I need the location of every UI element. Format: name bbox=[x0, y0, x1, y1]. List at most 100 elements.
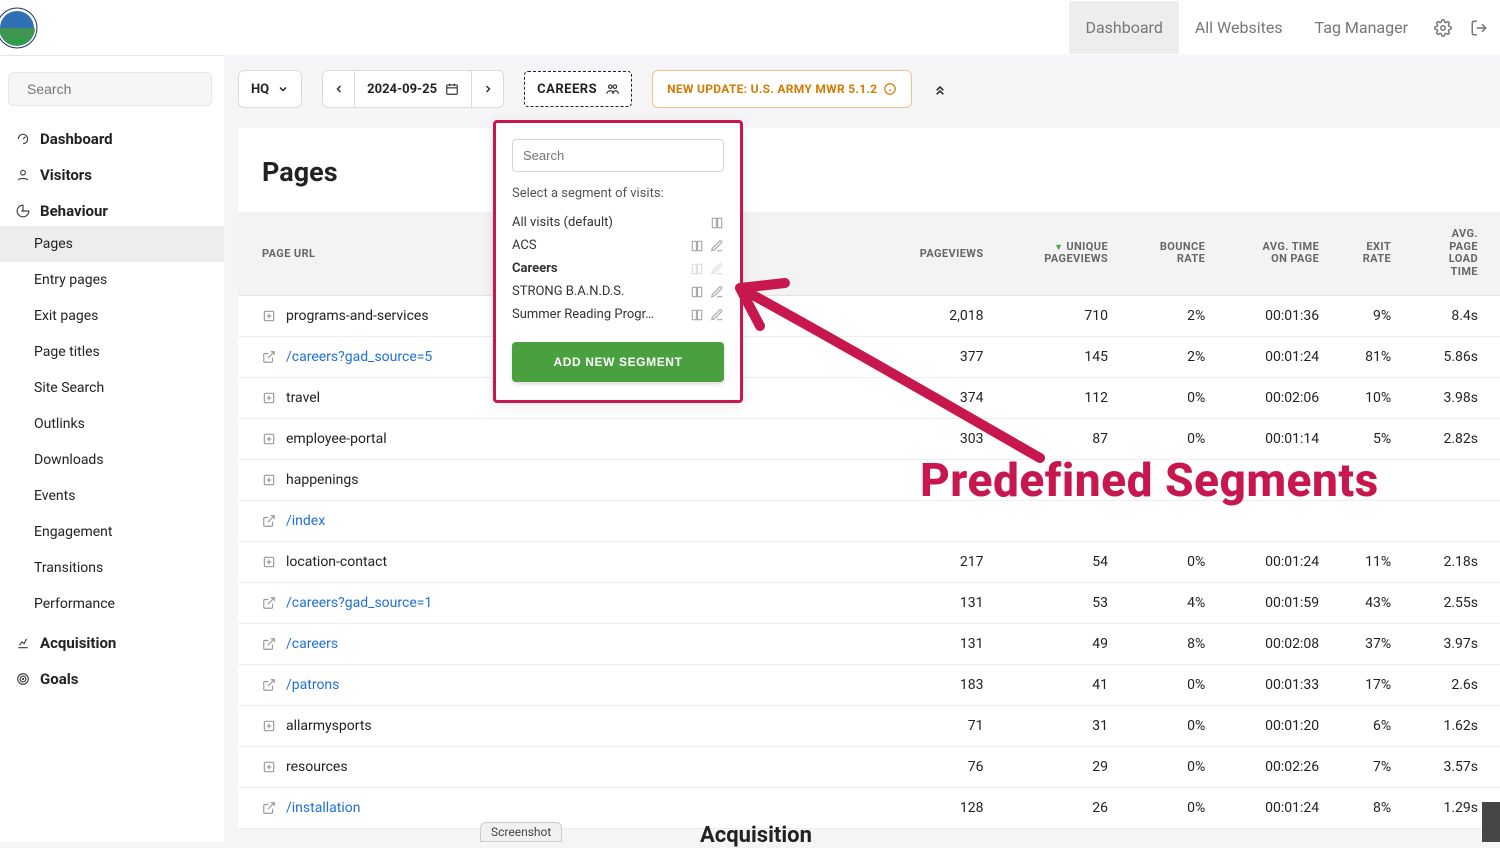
sidebar-item-exit-pages[interactable]: Exit pages bbox=[0, 298, 224, 334]
sidebar-item-outlinks[interactable]: Outlinks bbox=[0, 406, 224, 442]
sidebar-section-label: Behaviour bbox=[40, 202, 108, 220]
sidebar-section-goals[interactable]: Goals bbox=[0, 658, 224, 694]
th-exit-rate[interactable]: EXITRATE bbox=[1329, 212, 1401, 295]
date-picker: 2024-09-25 bbox=[322, 70, 504, 108]
segment-item[interactable]: All visits (default) bbox=[512, 211, 724, 234]
external-link-icon bbox=[262, 350, 276, 364]
expand-icon bbox=[262, 473, 276, 487]
sidebar-section-acquisition[interactable]: Acquisition bbox=[0, 622, 224, 658]
nav-dashboard[interactable]: Dashboard bbox=[1069, 1, 1178, 54]
cell-exit: 8% bbox=[1329, 787, 1401, 828]
sidebar-item-events[interactable]: Events bbox=[0, 478, 224, 514]
cell-pageviews: 303 bbox=[869, 418, 994, 459]
th-pageviews[interactable]: PAGEVIEWS bbox=[869, 212, 994, 295]
th-avg-time[interactable]: AVG. TIMEON PAGE bbox=[1215, 212, 1329, 295]
segment-item[interactable]: STRONG B.A.N.D.S. bbox=[512, 280, 724, 303]
edit-icon[interactable] bbox=[710, 239, 724, 253]
cell-avg_time: 00:01:24 bbox=[1215, 541, 1329, 582]
sidebar-item-site-search[interactable]: Site Search bbox=[0, 370, 224, 406]
sidebar-search[interactable] bbox=[8, 72, 212, 106]
sidebar-item-engagement[interactable]: Engagement bbox=[0, 514, 224, 550]
cell-load bbox=[1401, 459, 1500, 500]
table-row[interactable]: resources76290%00:02:267%3.57s bbox=[238, 746, 1500, 787]
top-header: MWR Dashboard All Websites Tag Manager bbox=[0, 0, 1500, 55]
sidebar-item-downloads[interactable]: Downloads bbox=[0, 442, 224, 478]
table-row[interactable]: happenings bbox=[238, 459, 1500, 500]
update-banner[interactable]: NEW UPDATE: U.S. ARMY MWR 5.1.2 bbox=[652, 70, 912, 108]
date-prev-button[interactable] bbox=[322, 70, 354, 108]
cell-unique: 53 bbox=[994, 582, 1119, 623]
table-row[interactable]: /installation128260%00:01:248%1.29s bbox=[238, 787, 1500, 828]
cell-exit: 17% bbox=[1329, 664, 1401, 705]
table-row[interactable]: /patrons183410%00:01:3317%2.6s bbox=[238, 664, 1500, 705]
table-row[interactable]: /index bbox=[238, 500, 1500, 541]
table-row[interactable]: /careers?gad_source=1131534%00:01:5943%2… bbox=[238, 582, 1500, 623]
sidebar-item-transitions[interactable]: Transitions bbox=[0, 550, 224, 586]
segment-selector[interactable]: CAREERS bbox=[524, 71, 632, 107]
table-row[interactable]: /careers131498%00:02:0837%3.97s bbox=[238, 623, 1500, 664]
settings-icon[interactable] bbox=[1434, 19, 1452, 37]
cell-unique: 710 bbox=[994, 295, 1119, 336]
table-row[interactable]: programs-and-services2,0187102%00:01:369… bbox=[238, 295, 1500, 336]
sidebar-section-label: Visitors bbox=[40, 166, 92, 184]
url-label: /installation bbox=[286, 800, 360, 816]
cell-avg_time bbox=[1215, 459, 1329, 500]
sidebar-item-entry-pages[interactable]: Entry pages bbox=[0, 262, 224, 298]
add-segment-button[interactable]: ADD NEW SEGMENT bbox=[512, 342, 724, 382]
cell-bounce: 8% bbox=[1118, 623, 1215, 664]
cell-pageviews: 374 bbox=[869, 377, 994, 418]
sidebar-section-dashboard[interactable]: Dashboard bbox=[0, 118, 224, 154]
sidebar-section-behaviour[interactable]: Behaviour bbox=[0, 190, 224, 226]
site-selector[interactable]: HQ bbox=[238, 70, 302, 108]
sidebar-section-visitors[interactable]: Visitors bbox=[0, 154, 224, 190]
segment-label: CAREERS bbox=[537, 82, 597, 97]
collapse-toolbar-icon[interactable] bbox=[932, 81, 948, 97]
segment-item[interactable]: Careers bbox=[512, 257, 724, 280]
segment-search-input[interactable] bbox=[512, 139, 724, 172]
edit-icon[interactable] bbox=[710, 285, 724, 299]
date-next-button[interactable] bbox=[472, 70, 504, 108]
app-logo: MWR bbox=[0, 7, 38, 49]
th-unique-pageviews[interactable]: ▼UNIQUE PAGEVIEWS bbox=[994, 212, 1119, 295]
users-icon bbox=[605, 82, 619, 96]
table-row[interactable]: travel3741120%00:02:0610%3.98s bbox=[238, 377, 1500, 418]
cell-unique: 31 bbox=[994, 705, 1119, 746]
table-row[interactable]: employee-portal303870%00:01:145%2.82s bbox=[238, 418, 1500, 459]
url-label: /careers?gad_source=5 bbox=[286, 349, 432, 365]
acquisition-fragment: Acquisition bbox=[700, 823, 812, 848]
expand-icon bbox=[262, 309, 276, 323]
cell-pageviews bbox=[869, 500, 994, 541]
compare-icon[interactable] bbox=[690, 308, 704, 322]
edit-icon[interactable] bbox=[710, 262, 724, 276]
update-text: NEW UPDATE: U.S. ARMY MWR 5.1.2 bbox=[667, 82, 877, 96]
table-row[interactable]: allarmysports71310%00:01:206%1.62s bbox=[238, 705, 1500, 746]
cell-pageviews: 131 bbox=[869, 623, 994, 664]
gauge-icon bbox=[16, 132, 30, 146]
th-load-time[interactable]: AVG. PAGE LOAD TIME bbox=[1401, 212, 1500, 295]
logout-icon[interactable] bbox=[1470, 19, 1488, 37]
segment-item[interactable]: ACS bbox=[512, 234, 724, 257]
sidebar-search-input[interactable] bbox=[27, 81, 208, 97]
site-selector-label: HQ bbox=[251, 82, 269, 97]
sidebar-item-pages[interactable]: Pages bbox=[0, 226, 224, 262]
cell-bounce: 2% bbox=[1118, 336, 1215, 377]
compare-icon[interactable] bbox=[690, 285, 704, 299]
nav-tag-manager[interactable]: Tag Manager bbox=[1299, 1, 1424, 54]
date-display[interactable]: 2024-09-25 bbox=[354, 70, 472, 108]
table-row[interactable]: /careers?gad_source=53771452%00:01:2481%… bbox=[238, 336, 1500, 377]
cell-bounce bbox=[1118, 459, 1215, 500]
compare-icon[interactable] bbox=[690, 239, 704, 253]
th-bounce-rate[interactable]: BOUNCERATE bbox=[1118, 212, 1215, 295]
scrollbar-thumb[interactable] bbox=[1482, 802, 1500, 842]
cell-exit: 11% bbox=[1329, 541, 1401, 582]
table-row[interactable]: location-contact217540%00:01:2411%2.18s bbox=[238, 541, 1500, 582]
compare-icon[interactable] bbox=[690, 262, 704, 276]
cell-avg_time: 00:01:24 bbox=[1215, 336, 1329, 377]
nav-all-websites[interactable]: All Websites bbox=[1179, 1, 1299, 54]
goals-icon bbox=[16, 672, 30, 686]
sidebar-item-performance[interactable]: Performance bbox=[0, 586, 224, 622]
edit-icon[interactable] bbox=[710, 308, 724, 322]
compare-icon[interactable] bbox=[710, 216, 724, 230]
sidebar-item-page-titles[interactable]: Page titles bbox=[0, 334, 224, 370]
segment-item[interactable]: Summer Reading Progr… bbox=[512, 303, 724, 326]
